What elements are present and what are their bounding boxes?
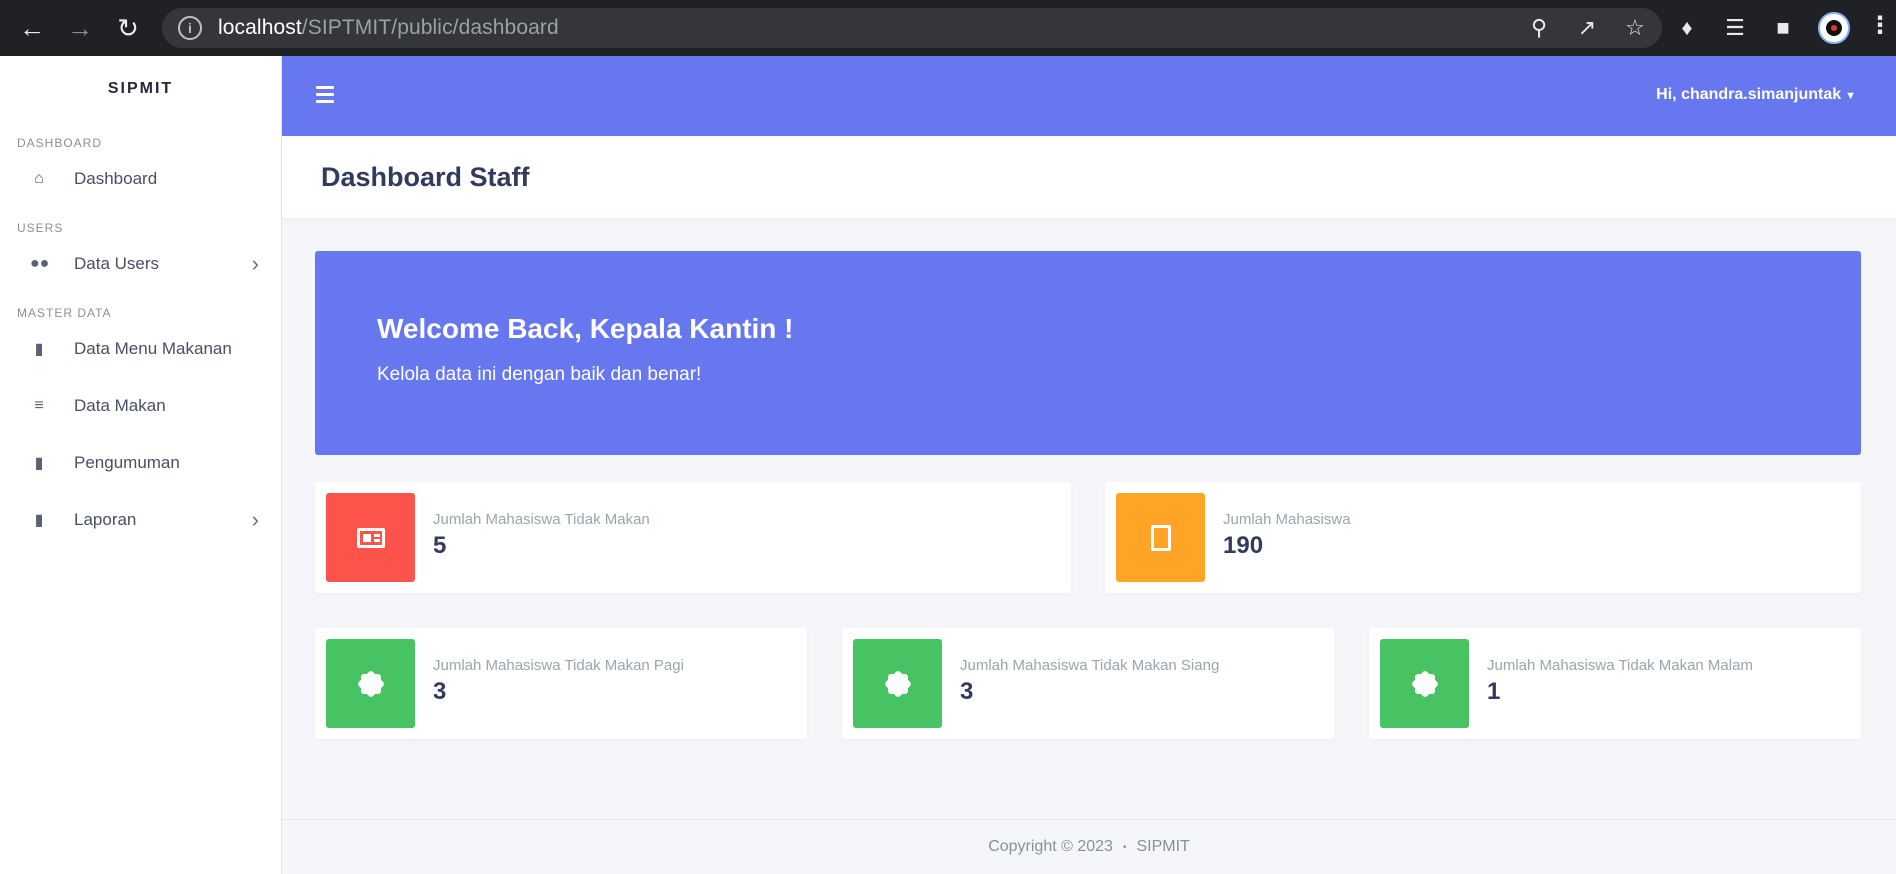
forward-button[interactable]: → bbox=[56, 4, 104, 52]
url-host: localhost bbox=[218, 16, 302, 39]
hero-subtitle: Kelola data ini dengan baik dan benar! bbox=[377, 364, 702, 385]
browser-toolbar: ← → ↻ i localhost/SIPTMIT/public/dashboa… bbox=[0, 0, 1896, 56]
footer-app-name[interactable]: SIPMIT bbox=[1136, 838, 1189, 856]
welcome-hero: Welcome Back, Kepala Kantin ! Kelola dat… bbox=[315, 251, 1861, 455]
page-header: Dashboard Staff bbox=[282, 136, 1896, 218]
certificate-icon bbox=[326, 639, 415, 728]
footer-copyright: Copyright © 2023 bbox=[988, 838, 1113, 855]
address-bar-actions: ⚲ ↗ ☆ bbox=[1526, 8, 1648, 48]
bookmark-icon: ▮ bbox=[34, 454, 44, 472]
stat-label: Jumlah Mahasiswa Tidak Makan Malam bbox=[1487, 657, 1753, 674]
sidebar-item-data-users[interactable]: ●● Data Users › bbox=[0, 235, 281, 292]
user-dropdown[interactable]: Hi, chandra.simanjuntak ▼ bbox=[1656, 86, 1856, 104]
topbar: Hi, chandra.simanjuntak ▼ bbox=[282, 56, 1896, 136]
user-greeting: Hi, chandra.simanjuntak bbox=[1656, 86, 1842, 103]
stat-card-tidak-makan: Jumlah Mahasiswa Tidak Makan 5 bbox=[315, 482, 1071, 593]
footer: Copyright © 2023 • SIPMIT bbox=[282, 819, 1896, 874]
brand-logo[interactable]: SIPMIT bbox=[0, 56, 281, 122]
stat-label: Jumlah Mahasiswa bbox=[1223, 511, 1351, 528]
url-path: /SIPTMIT/public/dashboard bbox=[301, 16, 559, 39]
sidebar-section-master-data: MASTER DATA bbox=[17, 306, 112, 320]
sidebar-item-label: Dashboard bbox=[74, 168, 158, 188]
address-bar[interactable]: i localhost/SIPTMIT/public/dashboard ⚲ ↗… bbox=[162, 8, 1662, 48]
file-icon: ▮ bbox=[34, 511, 44, 529]
stat-label: Jumlah Mahasiswa Tidak Makan Siang bbox=[960, 657, 1220, 674]
extensions-area: ♦ ☰ ■ bbox=[1674, 8, 1850, 48]
sidebar: SIPMIT DASHBOARD ⌂ Dashboard USERS ●● Da… bbox=[0, 56, 282, 874]
newspaper-icon bbox=[326, 493, 415, 582]
stat-value: 5 bbox=[433, 532, 447, 559]
sidebar-item-laporan[interactable]: ▮ Laporan › bbox=[0, 491, 281, 548]
sidebar-item-data-menu-makanan[interactable]: ▮ Data Menu Makanan bbox=[0, 320, 281, 377]
reload-button[interactable]: ↻ bbox=[104, 4, 152, 52]
chevron-right-icon: › bbox=[251, 506, 259, 532]
share-icon[interactable]: ↗ bbox=[1574, 15, 1600, 41]
stat-value: 3 bbox=[960, 678, 974, 705]
hamburger-menu-icon[interactable] bbox=[316, 86, 334, 103]
browser-menu-icon[interactable]: ⋮ bbox=[1868, 14, 1892, 38]
back-button[interactable]: ← bbox=[8, 4, 56, 52]
file-icon bbox=[1116, 493, 1205, 582]
sidebar-item-label: Data Users bbox=[74, 253, 160, 273]
star-icon[interactable]: ☆ bbox=[1622, 15, 1648, 41]
book-icon: ▮ bbox=[34, 340, 44, 358]
certificate-icon bbox=[853, 639, 942, 728]
reading-list-icon[interactable]: ☰ bbox=[1722, 15, 1748, 41]
extensions-icon[interactable]: ♦ bbox=[1674, 15, 1700, 41]
url-text[interactable]: localhost/SIPTMIT/public/dashboard bbox=[218, 16, 559, 40]
side-panel-icon[interactable]: ■ bbox=[1770, 15, 1796, 41]
chevron-right-icon: › bbox=[251, 250, 259, 276]
site-info-icon[interactable]: i bbox=[178, 16, 202, 40]
profile-avatar[interactable] bbox=[1818, 12, 1850, 44]
sidebar-item-label: Data Menu Makanan bbox=[74, 338, 232, 358]
stat-card-tidak-makan-malam: Jumlah Mahasiswa Tidak Makan Malam 1 bbox=[1369, 628, 1861, 739]
certificate-icon bbox=[1380, 639, 1469, 728]
stat-value: 3 bbox=[433, 678, 447, 705]
sidebar-section-dashboard: DASHBOARD bbox=[17, 136, 103, 150]
stat-value: 1 bbox=[1487, 678, 1501, 705]
footer-separator: • bbox=[1122, 841, 1127, 853]
stat-label: Jumlah Mahasiswa Tidak Makan bbox=[433, 511, 650, 528]
caret-down-icon: ▼ bbox=[1845, 90, 1856, 102]
stat-card-jumlah-mahasiswa: Jumlah Mahasiswa 190 bbox=[1105, 482, 1861, 593]
sidebar-item-pengumuman[interactable]: ▮ Pengumuman bbox=[0, 434, 281, 491]
page-title: Dashboard Staff bbox=[321, 162, 530, 192]
sidebar-item-label: Laporan bbox=[74, 509, 137, 529]
sidebar-section-users: USERS bbox=[17, 221, 64, 235]
sidebar-item-dashboard[interactable]: ⌂ Dashboard bbox=[0, 150, 281, 207]
sidebar-item-data-makan[interactable]: ≡ Data Makan bbox=[0, 377, 281, 434]
home-icon: ⌂ bbox=[34, 169, 44, 187]
list-icon: ≡ bbox=[34, 396, 44, 414]
stat-card-tidak-makan-siang: Jumlah Mahasiswa Tidak Makan Siang 3 bbox=[842, 628, 1334, 739]
users-icon: ●● bbox=[30, 254, 50, 272]
stat-label: Jumlah Mahasiswa Tidak Makan Pagi bbox=[433, 657, 684, 674]
stat-value: 190 bbox=[1223, 532, 1264, 559]
sidebar-item-label: Data Makan bbox=[74, 395, 166, 415]
hero-title: Welcome Back, Kepala Kantin ! bbox=[377, 313, 794, 344]
zoom-icon[interactable]: ⚲ bbox=[1526, 15, 1552, 41]
sidebar-item-label: Pengumuman bbox=[74, 452, 180, 472]
stat-card-tidak-makan-pagi: Jumlah Mahasiswa Tidak Makan Pagi 3 bbox=[315, 628, 807, 739]
